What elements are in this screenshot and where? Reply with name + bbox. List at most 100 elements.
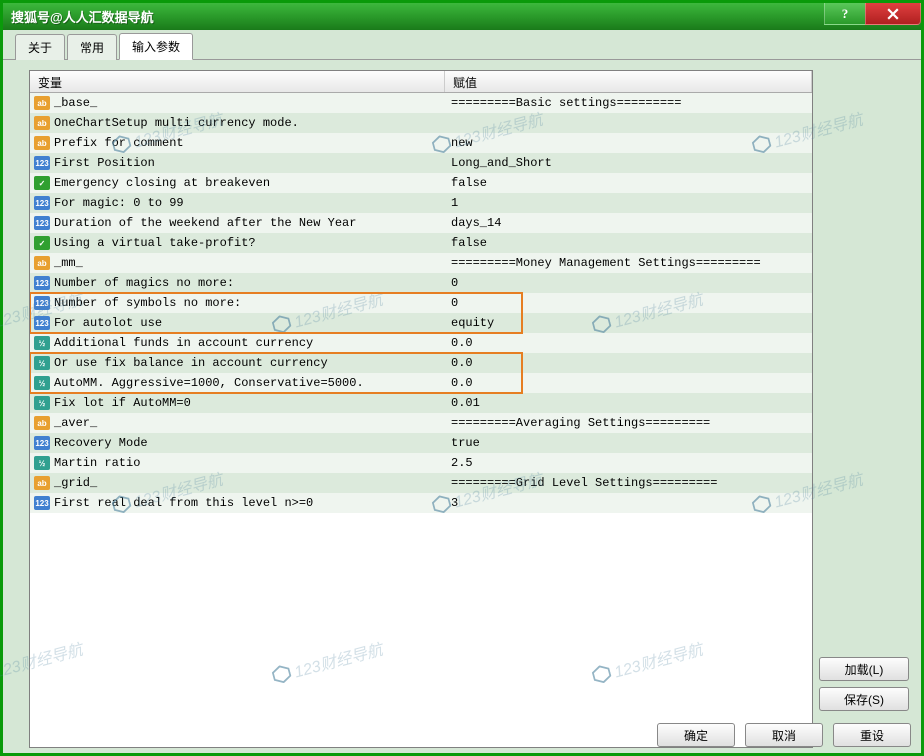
cell-value[interactable]: false bbox=[445, 236, 812, 250]
cell-value[interactable]: 1 bbox=[445, 196, 812, 210]
n123-type-icon: 123 bbox=[34, 216, 50, 230]
cell-variable: 123 For magic: 0 to 99 bbox=[30, 196, 445, 210]
param-name: Number of symbols no more: bbox=[54, 296, 241, 310]
tab-inputs[interactable]: 输入参数 bbox=[119, 33, 193, 60]
param-name: Using a virtual take-profit? bbox=[54, 236, 256, 250]
tab-common[interactable]: 常用 bbox=[67, 34, 117, 60]
cell-value[interactable]: =========Averaging Settings========= bbox=[445, 416, 812, 430]
table-row[interactable]: 123 Number of symbols no more: 0 bbox=[30, 293, 812, 313]
table-row[interactable]: 123For autolot useequity bbox=[30, 313, 812, 333]
close-button[interactable] bbox=[865, 3, 921, 25]
cell-value[interactable]: 0.0 bbox=[445, 376, 812, 390]
cell-value[interactable]: =========Money Management Settings======… bbox=[445, 256, 812, 270]
table-row[interactable]: ✓Emergency closing at breakevenfalse bbox=[30, 173, 812, 193]
table-row[interactable]: 123 First real deal from this level n>=0 3 bbox=[30, 493, 812, 513]
table-row[interactable]: ab _grid_ =========Grid Level Settings====… bbox=[30, 473, 812, 493]
ab-type-icon: ab bbox=[34, 476, 50, 490]
window-title: 搜狐号@人人汇数据导航 bbox=[11, 7, 154, 26]
param-name: Duration of the weekend after the New Ye… bbox=[54, 216, 356, 230]
table-row[interactable]: ab_aver_=========Averaging Settings=====… bbox=[30, 413, 812, 433]
cell-value[interactable]: 0.0 bbox=[445, 356, 812, 370]
cell-variable: ½AutoMM. Aggressive=1000, Conservative=5… bbox=[30, 376, 445, 390]
header-value[interactable]: 赋值 bbox=[445, 71, 812, 92]
table-row[interactable]: 123Recovery Modetrue bbox=[30, 433, 812, 453]
table-row[interactable]: ½AutoMM. Aggressive=1000, Conservative=5… bbox=[30, 373, 812, 393]
titlebar: 搜狐号@人人汇数据导航 ? bbox=[3, 3, 921, 30]
cell-variable: 123 Duration of the weekend after the New… bbox=[30, 216, 445, 230]
table-row[interactable]: ½ Martin ratio 2.5 bbox=[30, 453, 812, 473]
dbl-type-icon: ½ bbox=[34, 376, 50, 390]
params-table: 变量 赋值 ab_base_=========Basic settings===… bbox=[29, 70, 813, 748]
bool-type-icon: ✓ bbox=[34, 176, 50, 190]
n123-type-icon: 123 bbox=[34, 296, 50, 310]
cancel-button[interactable]: 取消 bbox=[745, 723, 823, 747]
param-name: Additional funds in account currency bbox=[54, 336, 313, 350]
table-row[interactable]: ½Additional funds in account currency0.0 bbox=[30, 333, 812, 353]
cell-variable: 123 First real deal from this level n>=0 bbox=[30, 496, 445, 510]
ab-type-icon: ab bbox=[34, 116, 50, 130]
table-row[interactable]: ½Fix lot if AutoMM=00.01 bbox=[30, 393, 812, 413]
table-row[interactable]: 123 For magic: 0 to 99 1 bbox=[30, 193, 812, 213]
param-name: _mm_ bbox=[54, 256, 83, 270]
cell-value[interactable]: equity bbox=[445, 316, 812, 330]
param-name: _grid_ bbox=[54, 476, 97, 490]
table-row[interactable]: abPrefix for commentnew bbox=[30, 133, 812, 153]
dialog-window: 搜狐号@人人汇数据导航 ? 关于 常用 输入参数 变量 赋值 ab_base_=… bbox=[0, 0, 924, 756]
cell-value[interactable]: 3 bbox=[445, 496, 812, 510]
cell-variable: ab_base_ bbox=[30, 96, 445, 110]
cell-value[interactable]: =========Basic settings========= bbox=[445, 96, 812, 110]
cell-value[interactable]: days_14 bbox=[445, 216, 812, 230]
param-name: For magic: 0 to 99 bbox=[54, 196, 184, 210]
table-row[interactable]: 123First PositionLong_and_Short bbox=[30, 153, 812, 173]
param-name: Prefix for comment bbox=[54, 136, 184, 150]
cell-value[interactable]: new bbox=[445, 136, 812, 150]
reset-button[interactable]: 重设 bbox=[833, 723, 911, 747]
save-button[interactable]: 保存(S) bbox=[819, 687, 909, 711]
cell-variable: ½Additional funds in account currency bbox=[30, 336, 445, 350]
cell-variable: ✓ Using a virtual take-profit? bbox=[30, 236, 445, 250]
cell-value[interactable]: true bbox=[445, 436, 812, 450]
table-body[interactable]: ab_base_=========Basic settings=========… bbox=[30, 93, 812, 748]
ab-type-icon: ab bbox=[34, 256, 50, 270]
cell-value[interactable]: =========Grid Level Settings========= bbox=[445, 476, 812, 490]
side-buttons: 加载(L) 保存(S) bbox=[819, 657, 909, 711]
n123-type-icon: 123 bbox=[34, 496, 50, 510]
n123-type-icon: 123 bbox=[34, 316, 50, 330]
table-row[interactable]: abOneChartSetup multi currency mode. bbox=[30, 113, 812, 133]
n123-type-icon: 123 bbox=[34, 276, 50, 290]
table-row[interactable]: ½Or use fix balance in account currency0… bbox=[30, 353, 812, 373]
header-variable[interactable]: 变量 bbox=[30, 71, 445, 92]
cell-variable: 123Recovery Mode bbox=[30, 436, 445, 450]
n123-type-icon: 123 bbox=[34, 156, 50, 170]
param-name: First real deal from this level n>=0 bbox=[54, 496, 313, 510]
table-row[interactable]: ab_base_=========Basic settings========= bbox=[30, 93, 812, 113]
table-row[interactable]: ✓ Using a virtual take-profit? false bbox=[30, 233, 812, 253]
load-button[interactable]: 加载(L) bbox=[819, 657, 909, 681]
help-button[interactable]: ? bbox=[824, 3, 866, 25]
ok-button[interactable]: 确定 bbox=[657, 723, 735, 747]
param-name: _aver_ bbox=[54, 416, 97, 430]
cell-value[interactable]: 0 bbox=[445, 296, 812, 310]
cell-value[interactable]: false bbox=[445, 176, 812, 190]
table-row[interactable]: 123 Duration of the weekend after the New… bbox=[30, 213, 812, 233]
cell-variable: abPrefix for comment bbox=[30, 136, 445, 150]
cell-variable: ✓Emergency closing at breakeven bbox=[30, 176, 445, 190]
bool-type-icon: ✓ bbox=[34, 236, 50, 250]
table-row[interactable]: 123Number of magics no more:0 bbox=[30, 273, 812, 293]
param-name: Martin ratio bbox=[54, 456, 140, 470]
cell-variable: 123For autolot use bbox=[30, 316, 445, 330]
cell-value[interactable]: Long_and_Short bbox=[445, 156, 812, 170]
cell-value[interactable]: 0 bbox=[445, 276, 812, 290]
n123-type-icon: 123 bbox=[34, 196, 50, 210]
param-name: Recovery Mode bbox=[54, 436, 148, 450]
table-row[interactable]: ab _mm_ =========Money Management Settings… bbox=[30, 253, 812, 273]
tab-about[interactable]: 关于 bbox=[15, 34, 65, 60]
dbl-type-icon: ½ bbox=[34, 356, 50, 370]
cell-value[interactable]: 0.0 bbox=[445, 336, 812, 350]
cell-value[interactable]: 2.5 bbox=[445, 456, 812, 470]
dbl-type-icon: ½ bbox=[34, 456, 50, 470]
cell-value[interactable]: 0.01 bbox=[445, 396, 812, 410]
cell-variable: ½Or use fix balance in account currency bbox=[30, 356, 445, 370]
titlebar-buttons: ? bbox=[825, 3, 921, 25]
table-header: 变量 赋值 bbox=[30, 71, 812, 93]
